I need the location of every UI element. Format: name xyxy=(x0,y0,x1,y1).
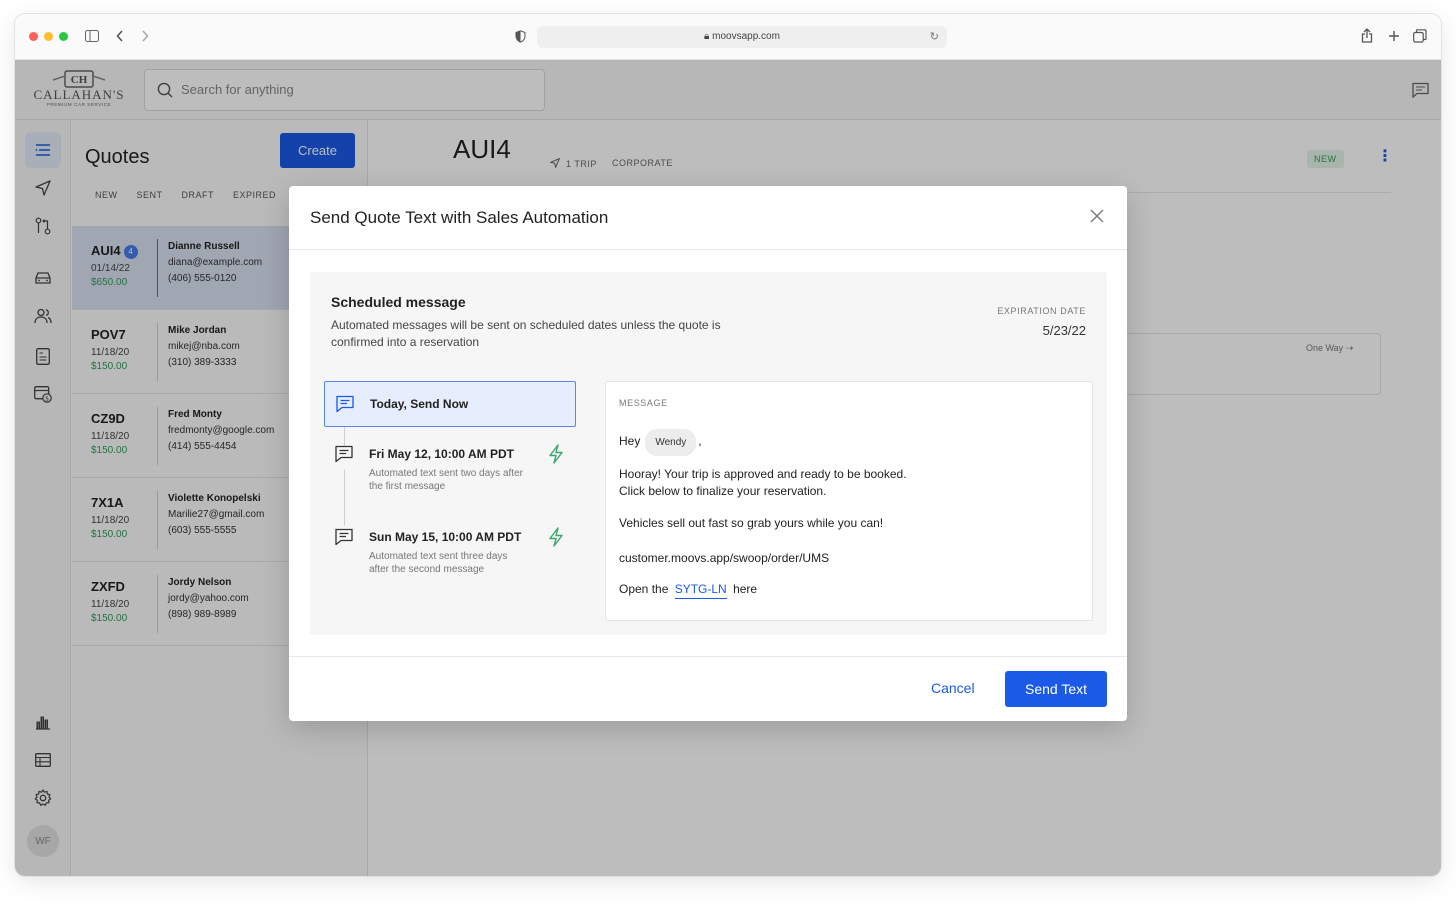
privacy-shield-icon[interactable] xyxy=(515,30,526,43)
send-quote-modal: Send Quote Text with Sales Automation Sc… xyxy=(289,186,1127,721)
automation-bolt-icon xyxy=(549,444,563,464)
greeting-line: Hey Wendy, xyxy=(619,429,702,456)
message-line-2: Click below to finalize your reservation… xyxy=(619,484,827,498)
reload-icon[interactable]: ↻ xyxy=(930,26,939,48)
scheduled-title: Scheduled message xyxy=(331,294,466,310)
message-icon xyxy=(335,445,353,463)
modal-header: Send Quote Text with Sales Automation xyxy=(289,186,1127,250)
step-title: Sun May 15, 10:00 AM PDT xyxy=(369,530,522,544)
message-icon xyxy=(335,528,353,546)
step-description: Automated text sent three days after the… xyxy=(369,551,508,575)
browser-window: 🔒︎ moovsapp.com ↻ CH CALLAHAN'S PREMIUM … xyxy=(15,14,1441,876)
share-icon[interactable] xyxy=(1361,28,1373,43)
step-title: Fri May 12, 10:00 AM PDT xyxy=(369,447,514,461)
message-line-1: Hooray! Your trip is approved and ready … xyxy=(619,467,907,481)
close-window-button[interactable] xyxy=(29,32,38,41)
browser-toolbar: 🔒︎ moovsapp.com ↻ xyxy=(15,14,1441,60)
greeting-text: Hey xyxy=(619,434,641,448)
new-tab-icon[interactable] xyxy=(1388,30,1400,42)
close-icon[interactable] xyxy=(1089,208,1105,224)
schedule-step-now[interactable]: Today, Send Now xyxy=(324,381,576,427)
forward-icon[interactable] xyxy=(141,30,149,42)
schedule-step-2[interactable]: Fri May 12, 10:00 AM PDT Automated text … xyxy=(324,435,576,495)
url-text: moovsapp.com xyxy=(712,31,780,42)
sidebar-toggle-icon[interactable] xyxy=(85,30,99,42)
contact-name-chip: Wendy xyxy=(645,429,697,456)
open-suffix: here xyxy=(733,582,758,596)
automation-bolt-icon xyxy=(549,527,563,547)
expiration-label: EXPIRATION DATE xyxy=(997,306,1086,316)
scheduled-description: Automated messages will be sent on sched… xyxy=(331,318,721,349)
minimize-window-button[interactable] xyxy=(44,32,53,41)
expiration-date: 5/23/22 xyxy=(1042,323,1086,338)
message-icon xyxy=(336,395,354,413)
schedule-step-3[interactable]: Sun May 15, 10:00 AM PDT Automated text … xyxy=(324,518,576,598)
divider xyxy=(289,656,1127,657)
open-code-line: Open the SYTG-LN here xyxy=(619,581,758,599)
modal-title: Send Quote Text with Sales Automation xyxy=(310,208,609,227)
step-description: Automated text sent two days after the f… xyxy=(369,468,523,492)
tabs-overview-icon[interactable] xyxy=(1413,29,1427,43)
message-label: MESSAGE xyxy=(619,398,668,408)
send-text-button[interactable]: Send Text xyxy=(1005,671,1107,707)
message-line-3: Vehicles sell out fast so grab yours whi… xyxy=(619,516,884,530)
order-link[interactable]: customer.moovs.app/swoop/order/UMS xyxy=(619,550,829,567)
greeting-comma: , xyxy=(698,434,702,448)
schedule-panel: Scheduled message Automated messages wil… xyxy=(310,272,1107,635)
address-bar[interactable]: 🔒︎ moovsapp.com ↻ xyxy=(537,26,947,48)
back-icon[interactable] xyxy=(116,30,124,42)
open-prefix: Open the xyxy=(619,582,669,596)
step-title: Today, Send Now xyxy=(370,397,469,411)
maximize-window-button[interactable] xyxy=(59,32,68,41)
quote-code-link[interactable]: SYTG-LN xyxy=(674,582,727,599)
lock-icon: 🔒︎ xyxy=(704,31,710,42)
cancel-button[interactable]: Cancel xyxy=(931,680,975,696)
message-preview: MESSAGE Hey Wendy, Hooray! Your trip is a… xyxy=(605,381,1093,621)
